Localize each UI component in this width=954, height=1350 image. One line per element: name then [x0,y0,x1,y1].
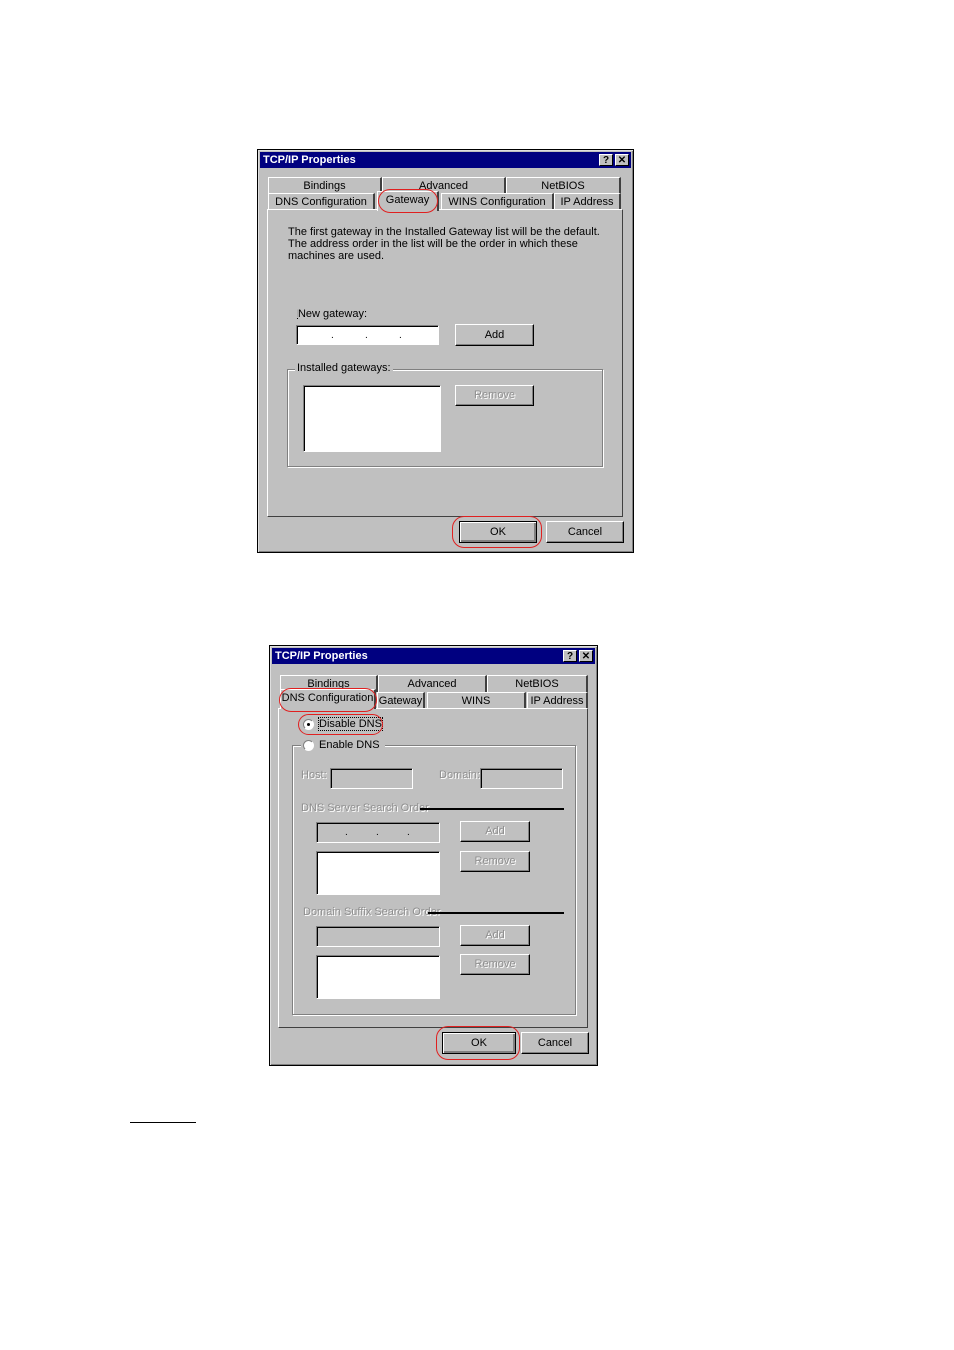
dns-server-divider [420,808,564,810]
highlight-disable-dns [298,714,383,735]
highlight-gateway-tab [378,189,438,213]
dns-server-search-order-label: DNS Server Search Order [301,802,429,814]
tab-advanced[interactable]: Advanced [378,675,487,692]
title-bar: TCP/IP Properties ? ✕ [272,648,595,664]
tab-ip-address[interactable]: IP Address [527,692,588,709]
remove-gateway-button[interactable]: Remove [455,385,534,406]
dialog-title: TCP/IP Properties [275,650,368,662]
host-label: Host: [301,769,327,781]
remove-dns-server-button[interactable]: Remove [460,851,530,872]
enable-dns-label[interactable]: Enable DNS [319,739,380,751]
domain-suffix-search-order-label: Domain Suffix Search Order [303,906,441,918]
help-icon: ? [566,651,574,662]
dns-server-ip-input[interactable]: . . . [316,822,440,843]
gateway-description: The first gateway in the Installed Gatew… [288,226,600,262]
dns-server-list[interactable] [316,851,440,895]
tab-dns-configuration[interactable]: DNS Configuration [268,193,375,210]
close-button[interactable]: ✕ [579,650,593,662]
installed-gateways-list[interactable] [303,385,441,452]
tab-bindings[interactable]: Bindings [268,177,382,194]
domain-input[interactable] [480,768,563,789]
help-button[interactable]: ? [599,154,613,166]
tcpip-properties-dialog-gateway: TCP/IP Properties ? ✕ Bindings Advanced … [257,149,634,553]
tab-wins-configuration[interactable]: WINS Configuration [427,692,526,723]
help-button[interactable]: ? [563,650,577,662]
highlight-ok-button [436,1026,520,1060]
title-bar: TCP/IP Properties ? ✕ [260,152,631,168]
remove-domain-suffix-button[interactable]: Remove [460,954,530,975]
close-button[interactable]: ✕ [615,154,629,166]
tcpip-properties-dialog-dns: TCP/IP Properties ? ✕ Bindings Advanced … [269,645,598,1066]
close-icon: ✕ [617,155,627,166]
cancel-button[interactable]: Cancel [546,521,624,543]
domain-suffix-divider [428,912,564,914]
dialog-title: TCP/IP Properties [263,154,356,166]
add-gateway-button[interactable]: Add [455,324,534,346]
highlight-dns-configuration-tab [279,688,377,712]
domain-suffix-input[interactable] [316,926,440,947]
gateway-panel: The first gateway in the Installed Gatew… [267,209,623,517]
highlight-ok-button [452,516,542,548]
dns-panel: Disable DNS Enable DNS Host: Domain: DNS… [278,708,588,1028]
page-divider [130,1122,196,1123]
add-domain-suffix-button[interactable]: Add [460,925,530,946]
tab-gateway[interactable]: Gateway [377,692,425,709]
tab-netbios[interactable]: NetBIOS [506,177,621,194]
host-input[interactable] [330,768,413,789]
installed-gateways-label: Installed gateways: [295,362,393,374]
domain-label: Domain: [439,769,480,781]
close-icon: ✕ [581,651,591,662]
tab-wins-configuration[interactable]: WINS Configuration [441,193,554,210]
new-gateway-label: NNew gateway: [297,308,368,320]
add-dns-server-button[interactable]: Add [460,821,530,842]
tab-ip-address[interactable]: IP Address [554,193,621,210]
enable-dns-radio[interactable] [303,740,314,751]
tab-netbios[interactable]: NetBIOS [487,675,588,692]
domain-suffix-list[interactable] [316,955,440,999]
cancel-button[interactable]: Cancel [521,1032,589,1054]
new-gateway-input[interactable]: . . . [296,325,439,345]
help-icon: ? [602,155,610,166]
